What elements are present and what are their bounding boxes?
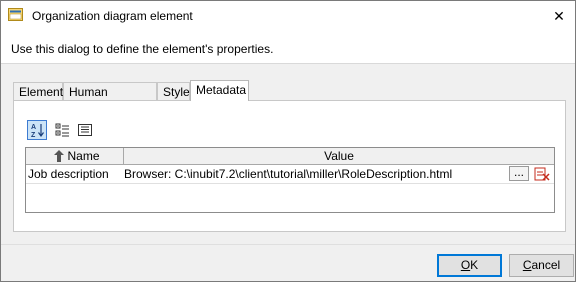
tab-human-resources[interactable]: Human resources (63, 82, 157, 117)
tab-style[interactable]: Style (157, 82, 190, 100)
list-view-icon (78, 124, 92, 136)
cancel-button[interactable]: Cancel (509, 254, 574, 277)
delete-icon[interactable] (534, 166, 550, 182)
title-bar: Organization diagram element ✕ (1, 1, 575, 31)
close-button[interactable]: ✕ (547, 4, 571, 28)
ok-button[interactable]: OK (437, 254, 502, 277)
close-icon: ✕ (553, 7, 565, 24)
app-window-icon (8, 8, 23, 21)
column-header-value[interactable]: Value (124, 148, 554, 165)
button-area-divider (1, 244, 575, 245)
dialog-description: Use this dialog to define the element's … (11, 42, 274, 56)
categorized-view-button[interactable] (52, 120, 72, 140)
list-view-button[interactable] (75, 120, 95, 140)
properties-table: Name Value Job description Browser: C:\i… (25, 147, 555, 213)
browse-button[interactable]: ... (509, 166, 529, 181)
table-row[interactable]: Job description Browser: C:\inubit7.2\cl… (26, 165, 554, 184)
sort-up-arrow-icon (54, 150, 64, 162)
property-name-cell: Job description (28, 167, 109, 181)
tab-element[interactable]: Element (13, 82, 63, 100)
column-header-name[interactable]: Name (26, 148, 124, 165)
categorized-view-icon (55, 123, 69, 137)
sort-alphabetical-icon: A Z (31, 124, 44, 138)
svg-text:A: A (31, 124, 36, 131)
property-value-cell[interactable]: Browser: C:\inubit7.2\client\tutorial\mi… (124, 165, 452, 183)
window-title: Organization diagram element (32, 9, 193, 23)
description-area: Use this dialog to define the element's … (1, 31, 575, 64)
svg-text:Z: Z (31, 132, 36, 138)
dialog-window: Organization diagram element ✕ Use this … (0, 0, 576, 282)
sort-alphabetical-button[interactable]: A Z (27, 120, 47, 140)
tab-metadata[interactable]: Metadata (190, 80, 249, 101)
metadata-panel: A Z Name Value Job description Browser: … (13, 100, 566, 232)
